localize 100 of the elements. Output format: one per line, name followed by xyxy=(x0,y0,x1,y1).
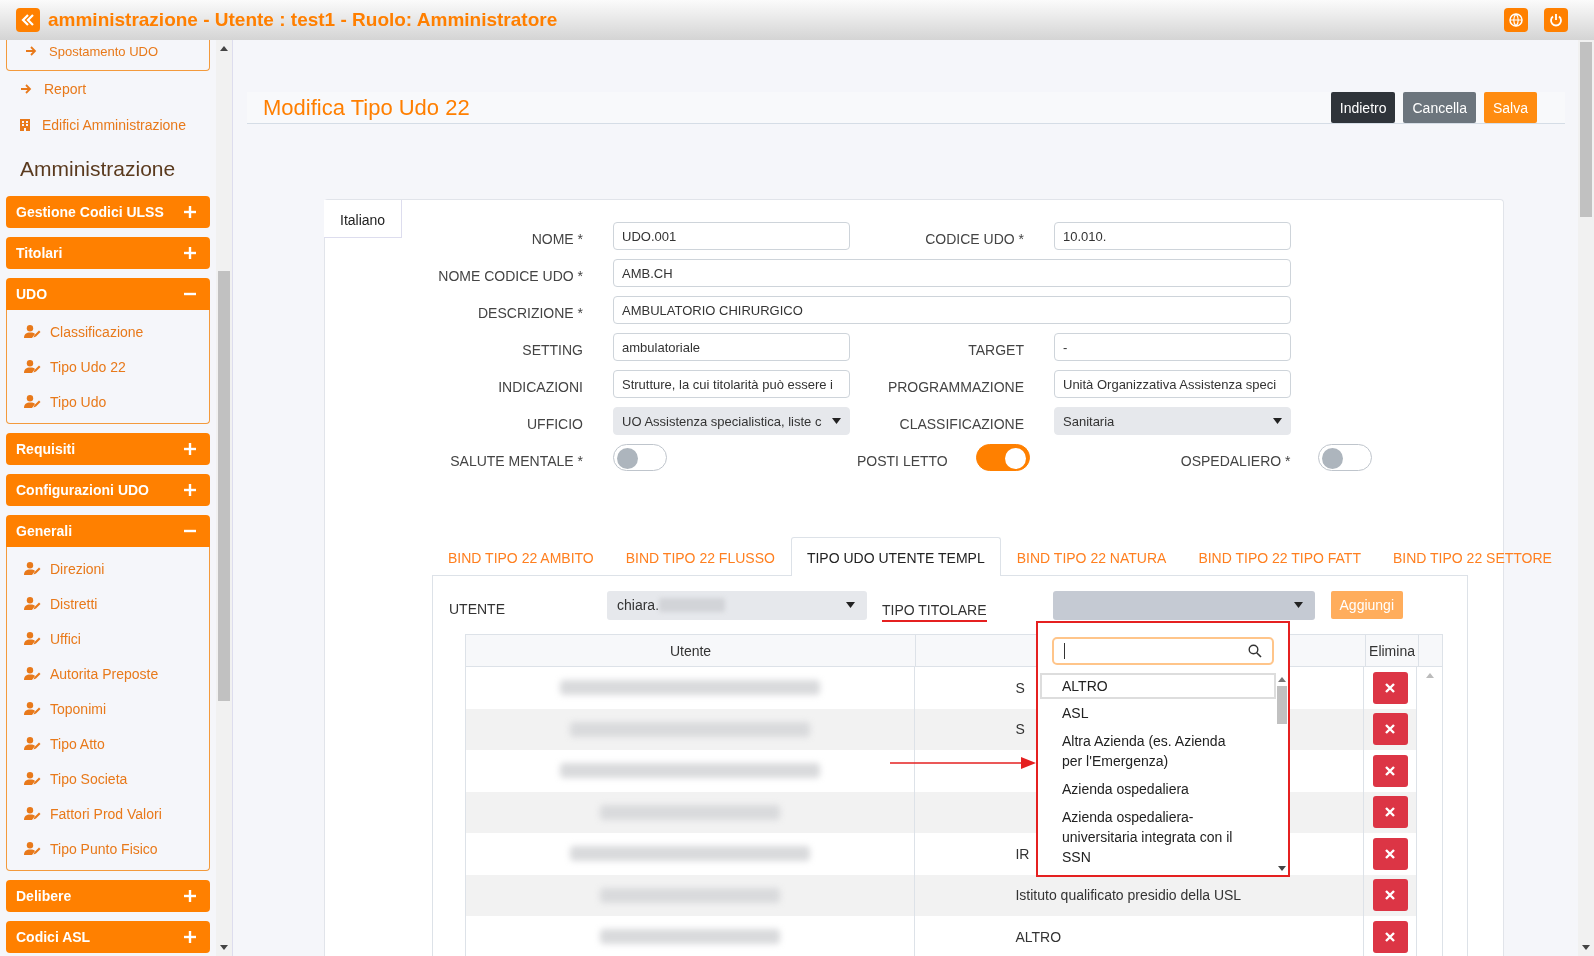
scrollbar-thumb[interactable] xyxy=(1277,686,1287,724)
input-field[interactable]: - xyxy=(1054,333,1291,361)
sidebar-item[interactable]: Tipo Udo xyxy=(7,384,209,419)
select-field[interactable]: Sanitaria xyxy=(1054,407,1291,435)
tab[interactable]: BIND TIPO 22 TIPO FATT xyxy=(1182,537,1377,576)
toggle-switch[interactable] xyxy=(975,444,1030,471)
user-edit-icon xyxy=(24,842,41,855)
delete-button[interactable] xyxy=(1372,879,1408,912)
select-field[interactable] xyxy=(1052,590,1315,620)
field-label: DESCRIZIONE * xyxy=(477,304,583,321)
sidebar-link[interactable]: Report xyxy=(6,71,210,107)
tab[interactable]: BIND TIPO 22 NATURA xyxy=(1000,537,1183,576)
toggle-switch[interactable] xyxy=(613,444,667,471)
user-edit-icon xyxy=(24,632,41,645)
dropdown-option[interactable]: ALTRO xyxy=(1040,673,1276,699)
sidebar-item[interactable]: Spostamento UDO xyxy=(6,40,210,71)
action-button[interactable]: Cancella xyxy=(1403,92,1476,123)
dropdown-option[interactable]: Altra Azienda (es. Azienda per l'Emergenza) xyxy=(1040,727,1276,775)
input-field[interactable]: ambulatoriale xyxy=(613,333,850,361)
delete-button[interactable] xyxy=(1372,671,1408,704)
scroll-down-icon xyxy=(1278,866,1286,871)
field-label: PROGRAMMAZIONE xyxy=(886,378,1024,395)
sidebar-item[interactable]: Direzioni xyxy=(7,551,209,586)
sidebar-item[interactable]: Tipo Punto Fisico xyxy=(7,831,209,866)
sidebar-item[interactable]: Toponimi xyxy=(7,691,209,726)
menu-group-header[interactable]: Delibere xyxy=(6,880,210,912)
sidebar-item[interactable]: Autorita Preposte xyxy=(7,656,209,691)
scrollbar-thumb[interactable] xyxy=(218,271,230,701)
language-button[interactable] xyxy=(1504,8,1528,32)
dropdown-option[interactable]: Azienda ospedaliera-universitaria integrata con il SSN xyxy=(1040,803,1276,871)
input-field[interactable]: AMBULATORIO CHIRURGICO xyxy=(613,296,1291,324)
power-button[interactable] xyxy=(1544,8,1568,32)
user-edit-icon xyxy=(24,597,41,610)
menu-group-header[interactable]: UDO xyxy=(6,278,210,310)
sidebar-item[interactable]: Classificazione xyxy=(7,314,209,349)
input-field[interactable]: Strutture, la cui titolarità può essere i xyxy=(613,370,850,398)
tab[interactable]: BIND TIPO 22 SETTORE xyxy=(1376,537,1568,576)
sidebar-item[interactable]: Tipo Udo 22 xyxy=(7,349,209,384)
language-tab[interactable]: Italiano xyxy=(324,200,402,238)
tab[interactable]: TIPO UDO UTENTE TEMPL xyxy=(790,537,1001,576)
user-edit-icon xyxy=(24,667,41,680)
close-icon xyxy=(1385,931,1396,942)
menu-group-header[interactable]: Codici ASL xyxy=(6,921,210,953)
search-field[interactable] xyxy=(1052,637,1274,665)
field-label: UTENTE xyxy=(449,600,506,617)
user-edit-icon xyxy=(24,395,41,408)
column-header: Elimina xyxy=(1366,635,1419,666)
window-title: amministrazione - Utente : test1 - Ruolo: Amministratore xyxy=(48,9,558,31)
delete-button[interactable] xyxy=(1372,796,1408,829)
sidebar-item[interactable]: Tipo Societa xyxy=(7,761,209,796)
scroll-down-icon xyxy=(1582,945,1590,950)
field-label: CODICE UDO * xyxy=(924,230,1024,247)
plus-icon xyxy=(184,206,196,218)
input-field[interactable]: AMB.CH xyxy=(613,259,1291,287)
close-icon xyxy=(1385,848,1396,859)
delete-button[interactable] xyxy=(1372,713,1408,746)
tab[interactable]: BIND TIPO 22 FLUSSO xyxy=(609,537,791,576)
plus-icon xyxy=(184,443,196,455)
delete-button[interactable] xyxy=(1372,920,1408,953)
toggle-switch[interactable] xyxy=(1318,444,1373,471)
collapse-button[interactable] xyxy=(16,8,40,32)
dropdown-option[interactable]: ASL xyxy=(1040,699,1276,727)
plus-icon xyxy=(184,931,196,943)
table-cell: S xyxy=(1015,721,1025,738)
scrollbar[interactable] xyxy=(216,40,232,956)
sidebar-item[interactable]: Tipo Atto xyxy=(7,726,209,761)
field-label: SETTING xyxy=(521,341,583,358)
menu-group-header[interactable]: Requisiti xyxy=(6,433,210,465)
sidebar-item[interactable]: Uffici xyxy=(7,621,209,656)
user-edit-icon xyxy=(24,772,41,785)
menu-group-header[interactable]: Generali xyxy=(6,515,210,547)
scrollbar[interactable] xyxy=(1578,40,1594,956)
tab[interactable]: BIND TIPO 22 AMBITO xyxy=(432,537,610,576)
action-button[interactable]: Indietro xyxy=(1330,92,1396,123)
input-field[interactable]: Unità Organizzativa Assistenza speci xyxy=(1054,370,1291,398)
menu-group-header[interactable]: Titolari xyxy=(6,237,210,269)
save-button[interactable]: Salva xyxy=(1483,92,1537,123)
user-select[interactable]: chiara. xyxy=(607,590,867,620)
sidebar-item[interactable]: Distretti xyxy=(7,586,209,621)
scrollbar-thumb[interactable] xyxy=(1580,42,1592,217)
sidebar-link[interactable]: Edifici Amministrazione xyxy=(6,107,210,143)
add-button[interactable]: Aggiungi xyxy=(1330,591,1403,619)
menu-group-header[interactable]: Gestione Codici ULSS xyxy=(6,196,210,228)
input-field[interactable]: 10.010. xyxy=(1054,222,1291,250)
close-icon xyxy=(1385,890,1396,901)
user-edit-icon xyxy=(24,325,41,338)
close-icon xyxy=(1385,724,1396,735)
delete-button[interactable] xyxy=(1372,837,1408,870)
toggle-label: OSPEDALIERO * xyxy=(1180,451,1291,469)
toggle-label: SALUTE MENTALE * xyxy=(449,451,583,469)
input-field[interactable]: UDO.001 xyxy=(613,222,850,250)
toggle-label: POSTI LETTO xyxy=(857,451,948,469)
dropdown-option[interactable]: Azienda ospedaliera xyxy=(1040,775,1276,803)
search-icon xyxy=(1248,644,1262,658)
select-field[interactable]: UO Assistenza specialistica, liste c xyxy=(613,407,850,435)
table-cell: ALTRO xyxy=(1015,928,1062,945)
caret-down-icon xyxy=(832,418,841,424)
menu-group-header[interactable]: Configurazioni UDO xyxy=(6,474,210,506)
sidebar-item[interactable]: Fattori Prod Valori xyxy=(7,796,209,831)
delete-button[interactable] xyxy=(1372,754,1408,787)
